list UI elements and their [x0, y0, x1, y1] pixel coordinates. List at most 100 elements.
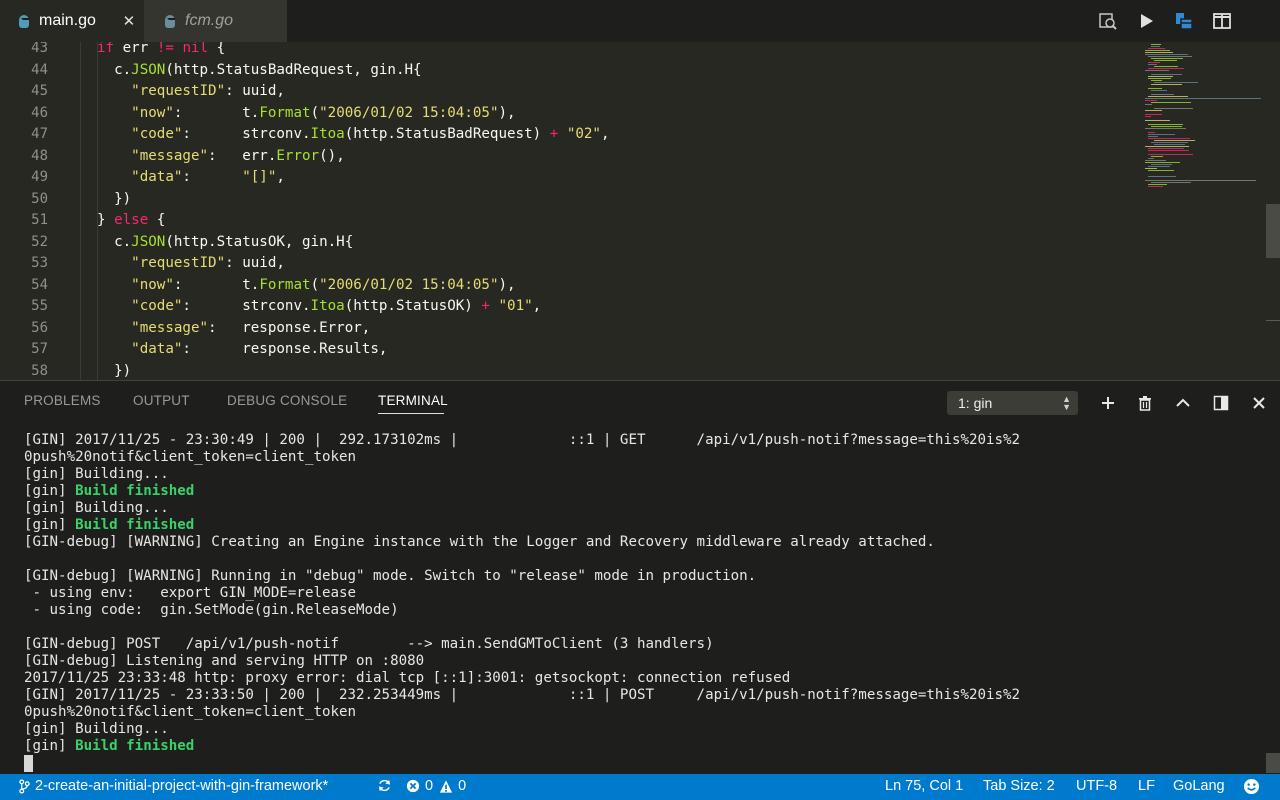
terminal-line: [gin] Building...: [24, 500, 169, 516]
terminal-line: [GIN-debug] Listening and serving HTTP o…: [24, 653, 425, 669]
minimap-line: [1145, 54, 1188, 55]
terminal-scrollbar-thumb[interactable]: [1266, 753, 1280, 773]
minimap-line: [1145, 50, 1170, 51]
minimap[interactable]: [1145, 42, 1265, 192]
error-count: 0: [425, 778, 434, 794]
cursor-position[interactable]: Ln 75, Col 1: [885, 778, 963, 794]
line-number: 46: [31, 104, 48, 121]
warning-icon: [439, 778, 453, 794]
minimap-line: [1151, 84, 1182, 85]
minimap-line: [1151, 182, 1191, 183]
minimap-line: [1145, 104, 1152, 105]
status-bar: 2-create-an-initial-project-with-gin-fra…: [0, 774, 1280, 800]
tab-problems[interactable]: PROBLEMS: [24, 393, 101, 408]
run-icon[interactable]: [1135, 11, 1157, 31]
line-number: 58: [31, 362, 48, 379]
minimap-line: [1148, 166, 1170, 167]
end-of-line[interactable]: LF: [1138, 778, 1155, 794]
minimap-line: [1151, 164, 1172, 165]
code-line: }): [97, 190, 132, 207]
terminal-line: [gin] Build finished: [24, 517, 195, 533]
minimap-line: [1145, 110, 1162, 111]
toggle-panel-icon[interactable]: [1211, 393, 1231, 413]
language-mode[interactable]: GoLang: [1173, 778, 1225, 794]
minimap-line: [1148, 96, 1188, 97]
terminal-select[interactable]: 1: gin ▲ ▼: [947, 391, 1078, 415]
encoding[interactable]: UTF-8: [1076, 778, 1117, 794]
tab-size[interactable]: Tab Size: 2: [983, 778, 1055, 794]
minimap-line: [1148, 186, 1163, 187]
line-number: 55: [31, 298, 48, 314]
feedback-smiley-icon[interactable]: [1243, 778, 1260, 795]
code-line: "data": "[]",: [131, 169, 285, 185]
minimap-line: [1148, 148, 1184, 149]
active-tab-indicator: [378, 413, 444, 414]
tab-debug-console[interactable]: DEBUG CONSOLE: [227, 393, 347, 408]
code-line: } else {: [97, 212, 166, 228]
close-icon[interactable]: [1249, 393, 1269, 413]
minimap-line: [1154, 66, 1178, 67]
minimap-line: [1145, 52, 1173, 53]
git-branch-icon: [17, 778, 31, 794]
git-branch-item[interactable]: 2-create-an-initial-project-with-gin-fra…: [17, 778, 328, 794]
minimap-line: [1154, 108, 1193, 109]
trash-icon[interactable]: [1135, 393, 1155, 413]
minimap-line: [1154, 140, 1195, 141]
go-file-icon: [164, 14, 176, 29]
editor-scrollbar-thumb[interactable]: [1266, 204, 1280, 258]
minimap-line: [1151, 74, 1182, 75]
line-number: 48: [31, 147, 48, 164]
code-line: "now": t.Format("2006/01/02 15:04:05"),: [131, 276, 516, 293]
minimap-line: [1148, 132, 1155, 133]
tab-terminal[interactable]: TERMINAL: [378, 393, 448, 408]
problems-summary[interactable]: 0 0: [406, 778, 466, 794]
terminal-line: [GIN] 2017/11/25 - 23:33:50 | 200 | 232.…: [24, 687, 1021, 703]
indent-guide: [80, 42, 81, 380]
minimap-line: [1148, 48, 1165, 49]
minimap-line: [1148, 68, 1184, 69]
minimap-line: [1148, 62, 1160, 63]
line-number: 44: [31, 61, 48, 78]
line-number: 47: [31, 126, 48, 142]
code-editor[interactable]: 43 44 45 46 47 48 49 50 51 52 53 54 55 56 57 58 if err …: [0, 42, 1280, 380]
terminal-output[interactable]: [GIN] 2017/11/25 - 23:30:49 | 200 | 292.…: [24, 432, 1264, 772]
minimap-line: [1154, 82, 1198, 83]
open-preview-search-icon[interactable]: [1097, 11, 1119, 31]
terminal-cursor: [24, 755, 33, 772]
editor-scrollbar-marker: [1266, 320, 1280, 321]
terminal-line: 2017/11/25 23:33:48 http: proxy error: d…: [24, 670, 791, 686]
code-line: "requestID": uuid,: [131, 255, 285, 271]
terminal-line: [gin] Building...: [24, 721, 169, 737]
sync-icon[interactable]: [377, 778, 392, 793]
chevron-up-icon[interactable]: [1173, 393, 1193, 413]
minimap-line: [1148, 138, 1190, 139]
terminal-select-value: 1: gin: [958, 395, 993, 411]
git-branch-label: 2-create-an-initial-project-with-gin-fra…: [35, 778, 329, 794]
minimap-line: [1154, 60, 1177, 61]
code-line: "now": t.Format("2006/01/02 15:04:05"),: [131, 104, 516, 121]
go-file-icon: [18, 14, 30, 29]
close-tab-icon[interactable]: ✕: [122, 12, 136, 30]
code-line: "data": response.Results,: [131, 341, 388, 357]
minimap-line: [1148, 158, 1154, 159]
split-editor-icon[interactable]: [1211, 11, 1233, 31]
select-arrows-icon: ▲ ▼: [1062, 394, 1071, 412]
minimap-line: [1148, 150, 1189, 151]
minimap-line: [1145, 116, 1151, 117]
tab-label: main.go: [39, 12, 96, 29]
code-line: c.JSON(http.StatusBadRequest, gin.H{: [97, 61, 422, 78]
add-icon[interactable]: [1098, 393, 1118, 413]
terminal-line: [gin] Build finished: [24, 483, 195, 499]
tab-fcm-go[interactable]: fcm.go: [144, 0, 287, 42]
warning-count: 0: [458, 778, 467, 794]
minimap-line: [1148, 176, 1176, 177]
minimap-line: [1151, 126, 1182, 127]
minimap-line: [1151, 94, 1174, 95]
minimap-line: [1148, 184, 1167, 185]
tab-output[interactable]: OUTPUT: [133, 393, 190, 408]
terminal-line: [gin] Building...: [24, 466, 169, 482]
split-vertical-icon[interactable]: [1173, 11, 1195, 31]
line-number: 57: [31, 341, 48, 357]
minimap-line: [1148, 154, 1193, 155]
tab-main-go[interactable]: main.go ✕: [0, 0, 144, 42]
